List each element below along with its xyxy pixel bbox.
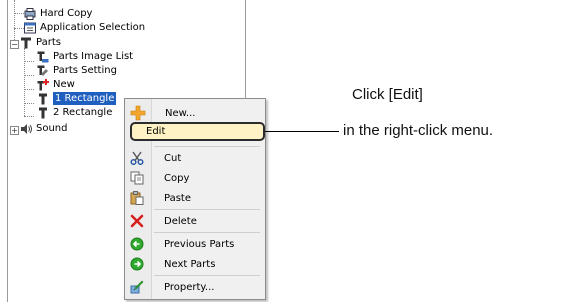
menu-item-previous-parts[interactable]: Previous Parts [124,234,264,254]
tree-connector [14,13,24,14]
menu-item-delete[interactable]: Delete [124,211,264,231]
tree-connector [24,75,34,76]
rectangle-part-icon [37,93,49,105]
tree-item-label: 1 Rectangle [53,92,117,105]
tree-item-new[interactable]: New [37,78,75,91]
menu-separator [154,275,260,276]
menu-item-label: Copy [164,172,190,184]
paste-icon [124,191,150,205]
application-selection-icon [24,22,36,34]
tree-connector [24,103,34,104]
scissors-icon [124,151,150,165]
tree-connector [24,48,25,116]
tree-item-2-rectangle[interactable]: 2 Rectangle [37,106,112,119]
tree-item-label: Parts Image List [53,51,134,62]
tree-connector [14,0,15,42]
menu-item-cut[interactable]: Cut [124,148,264,168]
tree-connector [14,28,24,29]
parts-setting-icon [37,65,49,77]
tree-connector [24,61,34,62]
tree-item-sound[interactable]: Sound [20,122,68,135]
context-menu-lower: Cut Copy Paste Delete Previous Parts Nex… [124,98,264,298]
tree-item-label: Parts [36,37,61,48]
rectangle-part-icon [37,107,49,119]
tree-item-label: Hard Copy [40,8,93,19]
tree-item-label: Sound [36,123,68,134]
menu-item-copy[interactable]: Copy [124,168,264,188]
menu-item-paste[interactable]: Paste [124,188,264,208]
collapse-parts-toggle[interactable]: − [10,40,19,49]
expand-sound-toggle[interactable]: + [10,126,19,135]
hard-copy-icon [24,7,36,20]
menu-item-label: Paste [164,192,191,204]
tree-item-label: New [53,79,75,90]
property-icon [124,280,150,294]
parts-new-icon [37,78,49,91]
callout-leader-line [265,131,339,132]
tree-item-label: Parts Setting [53,65,117,76]
menu-separator [154,232,260,233]
menu-item-label: Delete [164,215,197,227]
tree-item-parts-setting[interactable]: Parts Setting [37,64,117,77]
tree-item-label: Application Selection [40,22,146,33]
tree-item-application-selection[interactable]: Application Selection [24,21,145,34]
delete-x-icon [124,214,150,228]
tree-item-hard-copy[interactable]: Hard Copy [24,7,92,20]
sound-icon [20,123,32,135]
parts-image-list-icon [37,51,49,63]
tree-item-label: 2 Rectangle [53,107,113,118]
menu-item-property[interactable]: Property... [124,277,264,297]
menu-item-next-parts[interactable]: Next Parts [124,254,264,274]
copy-icon [124,171,150,185]
callout-instruction-line2: in the right-click menu. [343,122,494,139]
parts-icon [20,37,32,49]
next-arrow-icon [124,257,150,271]
menu-separator [154,146,260,147]
tree-connector [24,116,34,117]
menu-item-label: Property... [164,281,215,293]
previous-arrow-icon [124,237,150,251]
menu-item-label: Previous Parts [164,238,235,250]
menu-separator [154,209,260,210]
tree-item-parts-image-list[interactable]: Parts Image List [37,50,133,63]
menu-item-label: Next Parts [164,258,216,270]
tree-item-parts[interactable]: Parts [20,36,61,49]
tree-connector [24,89,34,90]
menu-item-label: Cut [164,152,182,164]
tree-item-1-rectangle[interactable]: 1 Rectangle [37,92,117,105]
callout-instruction-line1: Click [Edit] [352,86,423,103]
